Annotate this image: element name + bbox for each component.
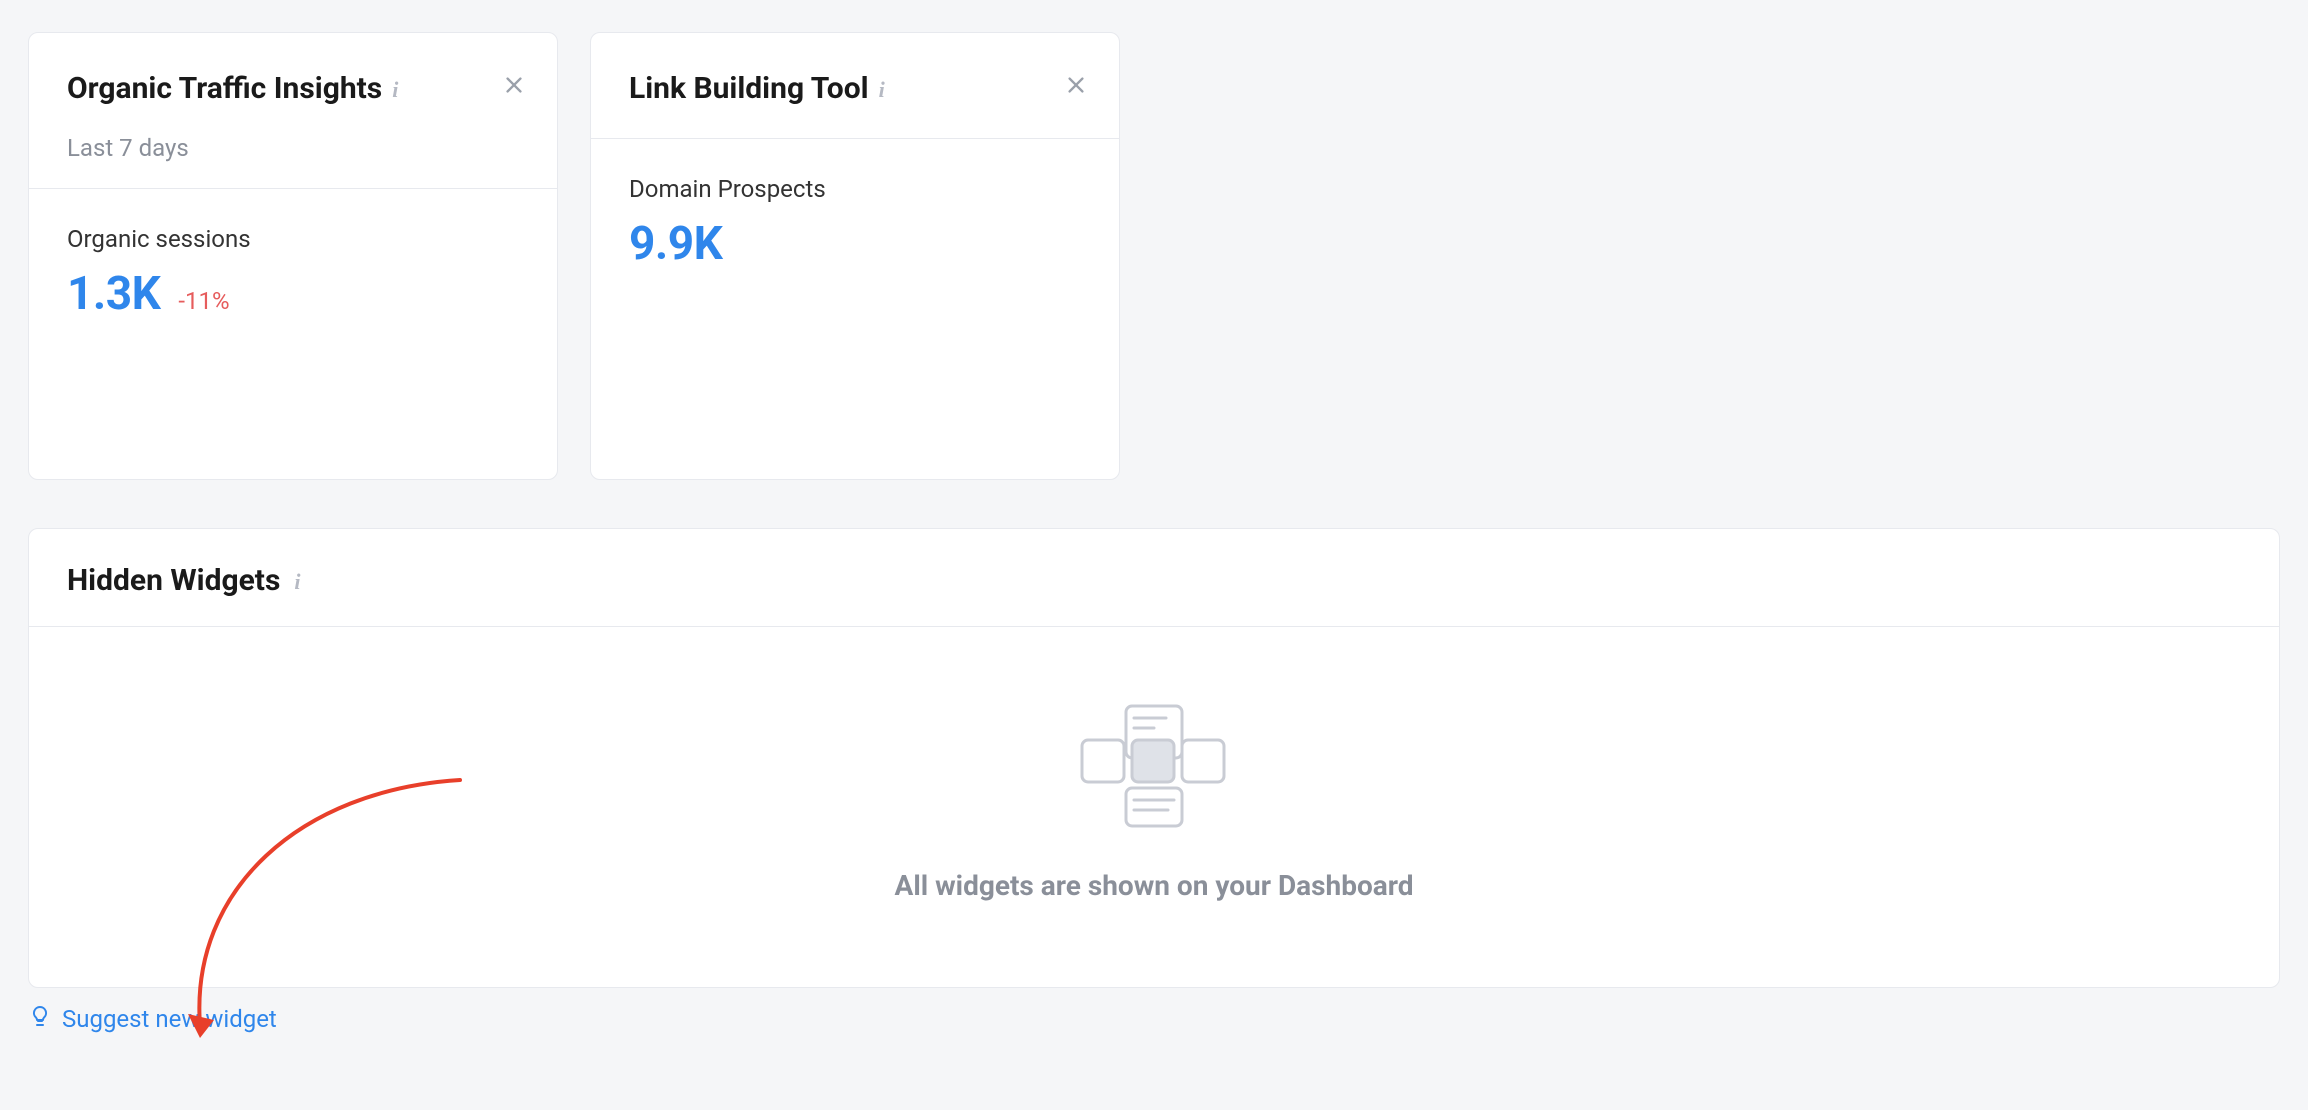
- widget-title: Organic Traffic Insights i: [67, 69, 467, 110]
- info-icon[interactable]: i: [879, 75, 885, 105]
- hidden-widgets-header: Hidden Widgets i: [29, 529, 2279, 627]
- widget-card-link-building: Link Building Tool i Domain Prospects 9.…: [590, 32, 1120, 480]
- info-icon[interactable]: i: [392, 75, 398, 105]
- hidden-widgets-title: Hidden Widgets: [67, 563, 280, 598]
- hidden-widgets-body: All widgets are shown on your Dashboard: [29, 627, 2279, 987]
- widget-card-organic-traffic: Organic Traffic Insights i Last 7 days O…: [28, 32, 558, 480]
- hidden-widgets-panel: Hidden Widgets i All widgets are shown o…: [28, 528, 2280, 988]
- metric-label: Domain Prospects: [629, 175, 1081, 203]
- metric-value-row: 9.9K: [629, 217, 1081, 271]
- widget-title: Link Building Tool i: [629, 69, 1029, 110]
- info-icon[interactable]: i: [294, 569, 300, 595]
- widget-header: Organic Traffic Insights i Last 7 days: [29, 33, 557, 189]
- suggest-link-label: Suggest new widget: [62, 1005, 277, 1033]
- widget-row: Organic Traffic Insights i Last 7 days O…: [28, 32, 2280, 480]
- close-icon[interactable]: [1065, 73, 1087, 101]
- metric-value-row: 1.3K -11%: [67, 267, 519, 321]
- metric-value: 9.9K: [629, 217, 722, 271]
- widget-subheader: Last 7 days: [67, 134, 515, 162]
- widget-body: Domain Prospects 9.9K: [591, 139, 1119, 313]
- widget-body: Organic sessions 1.3K -11%: [29, 189, 557, 363]
- close-icon[interactable]: [503, 73, 525, 101]
- widget-header: Link Building Tool i: [591, 33, 1119, 139]
- widget-title-text: Organic Traffic Insights: [67, 69, 382, 110]
- metric-delta: -11%: [178, 287, 229, 315]
- empty-widgets-icon: [1074, 702, 1234, 834]
- lightbulb-icon: [28, 1004, 52, 1034]
- suggest-new-widget-link[interactable]: Suggest new widget: [28, 1004, 277, 1034]
- metric-value: 1.3K: [67, 267, 160, 321]
- metric-label: Organic sessions: [67, 225, 519, 253]
- empty-message: All widgets are shown on your Dashboard: [895, 866, 1414, 907]
- widget-title-text: Link Building Tool: [629, 69, 869, 110]
